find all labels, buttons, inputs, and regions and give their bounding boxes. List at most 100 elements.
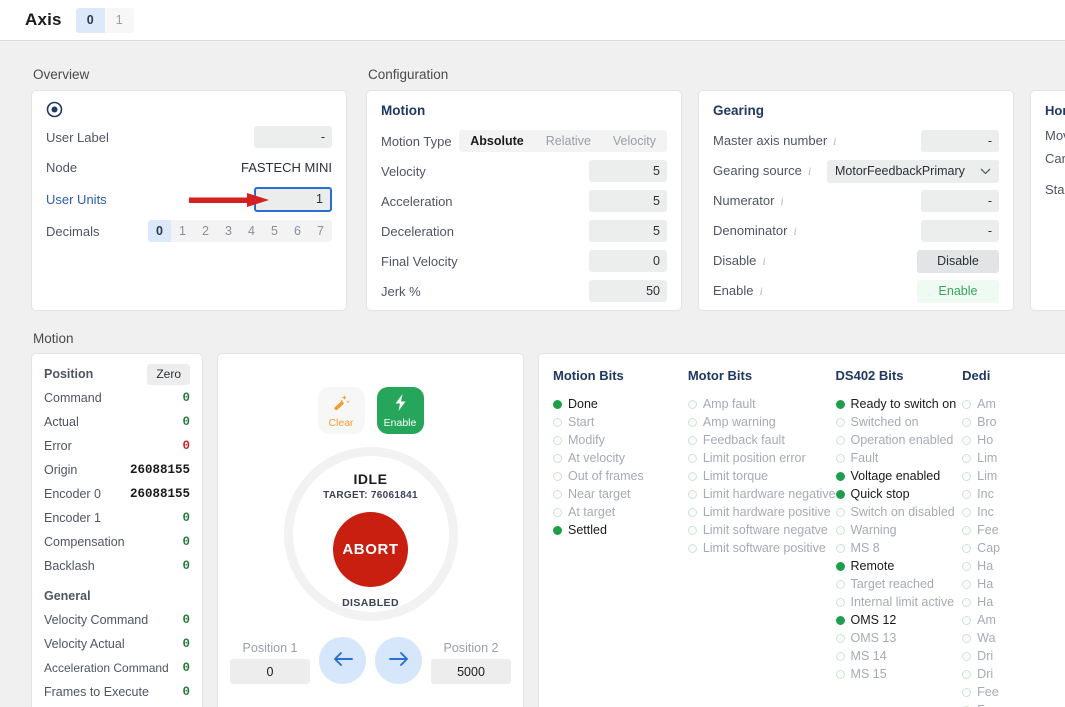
target-radio-icon [46,101,63,118]
deceleration-input[interactable]: 5 [589,220,667,242]
homing-row-move[interactable]: Mov [1031,124,1065,147]
gearing-enable-info-icon[interactable]: i [759,284,762,298]
motion-type-absolute[interactable]: Absolute [459,130,535,152]
gearing-source-select[interactable]: MotorFeedbackPrimary [827,159,999,183]
decimals-option-7[interactable]: 7 [309,220,332,242]
motion-type-label: Motion Type [381,133,452,149]
bit-limit-software-negative: Limit software negatve [687,521,836,539]
motion-type-segmented: Absolute Relative Velocity [459,130,667,152]
bit-label: OMS 12 [850,613,897,627]
bit-label: Voltage enabled [850,469,941,483]
motor-bits-column: Motor Bits Amp fault Amp warning Feedbac… [687,368,836,707]
numerator-input[interactable]: - [921,190,999,212]
position1-input[interactable]: 0 [230,659,310,684]
dedicated-bit-8: Cap [962,539,1065,557]
velocity-label: Velocity [381,163,426,179]
decimals-option-1[interactable]: 1 [171,220,194,242]
bit-label: MS 14 [850,649,887,663]
bit-near-target: Near target [553,485,688,503]
final-velocity-input[interactable]: 0 [589,250,667,272]
user-label-field[interactable]: - [254,126,332,148]
jerk-input[interactable]: 50 [589,280,667,302]
position2-input[interactable]: 5000 [431,659,511,684]
bit-voltage-enabled: Voltage enabled [835,467,963,485]
motion-type-velocity[interactable]: Velocity [602,130,667,152]
master-axis-info-icon[interactable]: i [833,134,836,148]
motion-type-row: Motion Type Absolute Relative Velocity [367,126,681,156]
jog-right-button[interactable] [375,637,422,684]
bit-label: MS 8 [850,541,880,555]
gearing-disable-button[interactable]: Disable [917,249,999,273]
jog-left-button[interactable] [319,637,366,684]
table-row: Velocity Command 0 [32,608,202,632]
encoder1-value: 0 [182,511,190,525]
acceleration-input[interactable]: 5 [589,190,667,212]
page-title: Axis [25,10,62,29]
decimals-option-3[interactable]: 3 [217,220,240,242]
decimals-option-6[interactable]: 6 [286,220,309,242]
numerator-info-icon[interactable]: i [780,194,783,208]
dedicated-bit-14: Dri [962,647,1065,665]
final-velocity-label: Final Velocity [381,253,458,269]
gearing-title: Gearing [713,103,765,118]
decimals-option-0[interactable]: 0 [148,220,171,242]
bit-out-of-frames: Out of frames [553,467,688,485]
axis-tab-1[interactable]: 1 [104,7,134,33]
clear-button[interactable]: Clear [317,387,365,434]
status-dot-icon [835,507,845,517]
status-dial: IDLE TARGET: 76061841 ABORT DISABLED [283,447,458,621]
bit-label: Limit software negatve [702,523,828,537]
velocity-actual-label: Velocity Actual [44,637,125,651]
bit-oms-13: OMS 13 [835,629,963,647]
master-axis-row: Master axis number i - [699,126,1013,156]
frames-to-execute-value: 0 [182,685,190,699]
acceleration-label: Acceleration [381,193,453,209]
denominator-info-icon[interactable]: i [793,224,796,238]
status-dot-icon [962,579,972,589]
status-dot-icon [962,615,972,625]
position2-label: Position 2 [443,641,499,655]
status-dot-icon [962,435,972,445]
decimals-option-5[interactable]: 5 [263,220,286,242]
decimals-option-4[interactable]: 4 [240,220,263,242]
axis-tab-0[interactable]: 0 [75,7,105,33]
gearing-disable-info-icon[interactable]: i [762,254,765,268]
bit-label: Lim [977,451,998,465]
bit-label: Near target [568,487,631,501]
dedicated-bit-0: Am [962,395,1065,413]
master-axis-input[interactable]: - [921,130,999,152]
acceleration-row: Acceleration 5 [367,186,681,216]
bit-label: Ha [977,559,994,573]
status-dot-icon [835,525,845,535]
status-dot-icon [835,633,845,643]
bit-label: Operation enabled [850,433,954,447]
position-jog-row: Position 1 0 Position 2 5000 [218,637,523,684]
enable-button[interactable]: Enable [376,387,424,434]
bit-label: OMS 13 [850,631,897,645]
zero-button[interactable]: Zero [147,363,190,385]
decimals-option-2[interactable]: 2 [194,220,217,242]
bit-label: Ha [977,577,994,591]
gearing-enable-button[interactable]: Enable [917,279,999,303]
status-dot-icon [553,525,562,535]
bit-at-target: At target [553,503,688,521]
gearing-card: Gearing Master axis number i - Gearing so… [698,90,1014,311]
motion-type-relative[interactable]: Relative [535,130,602,152]
master-axis-label: Master axis number [713,133,828,148]
bit-label: Internal limit active [850,595,955,609]
bit-limit-position-error: Limit position error [687,449,836,467]
status-dot-icon [835,561,845,571]
status-dot-icon [962,507,972,517]
denominator-input[interactable]: - [921,220,999,242]
bit-limit-torque: Limit torque [687,467,836,485]
gearing-source-info-icon[interactable]: i [808,164,811,178]
axis-control-app: Axis 0 1 Overview User Label - Node FAST… [0,0,1065,707]
abort-button[interactable]: ABORT [333,512,408,587]
gearing-source-row: Gearing source i MotorFeedbackPrimary [699,156,1013,186]
homing-row-cancel[interactable]: Car [1031,147,1065,170]
bit-label: Cap [977,541,1001,555]
motion-section-label: Motion [33,331,74,346]
velocity-row: Velocity 5 [367,156,681,186]
velocity-input[interactable]: 5 [589,160,667,182]
status-dot-icon [553,417,562,427]
